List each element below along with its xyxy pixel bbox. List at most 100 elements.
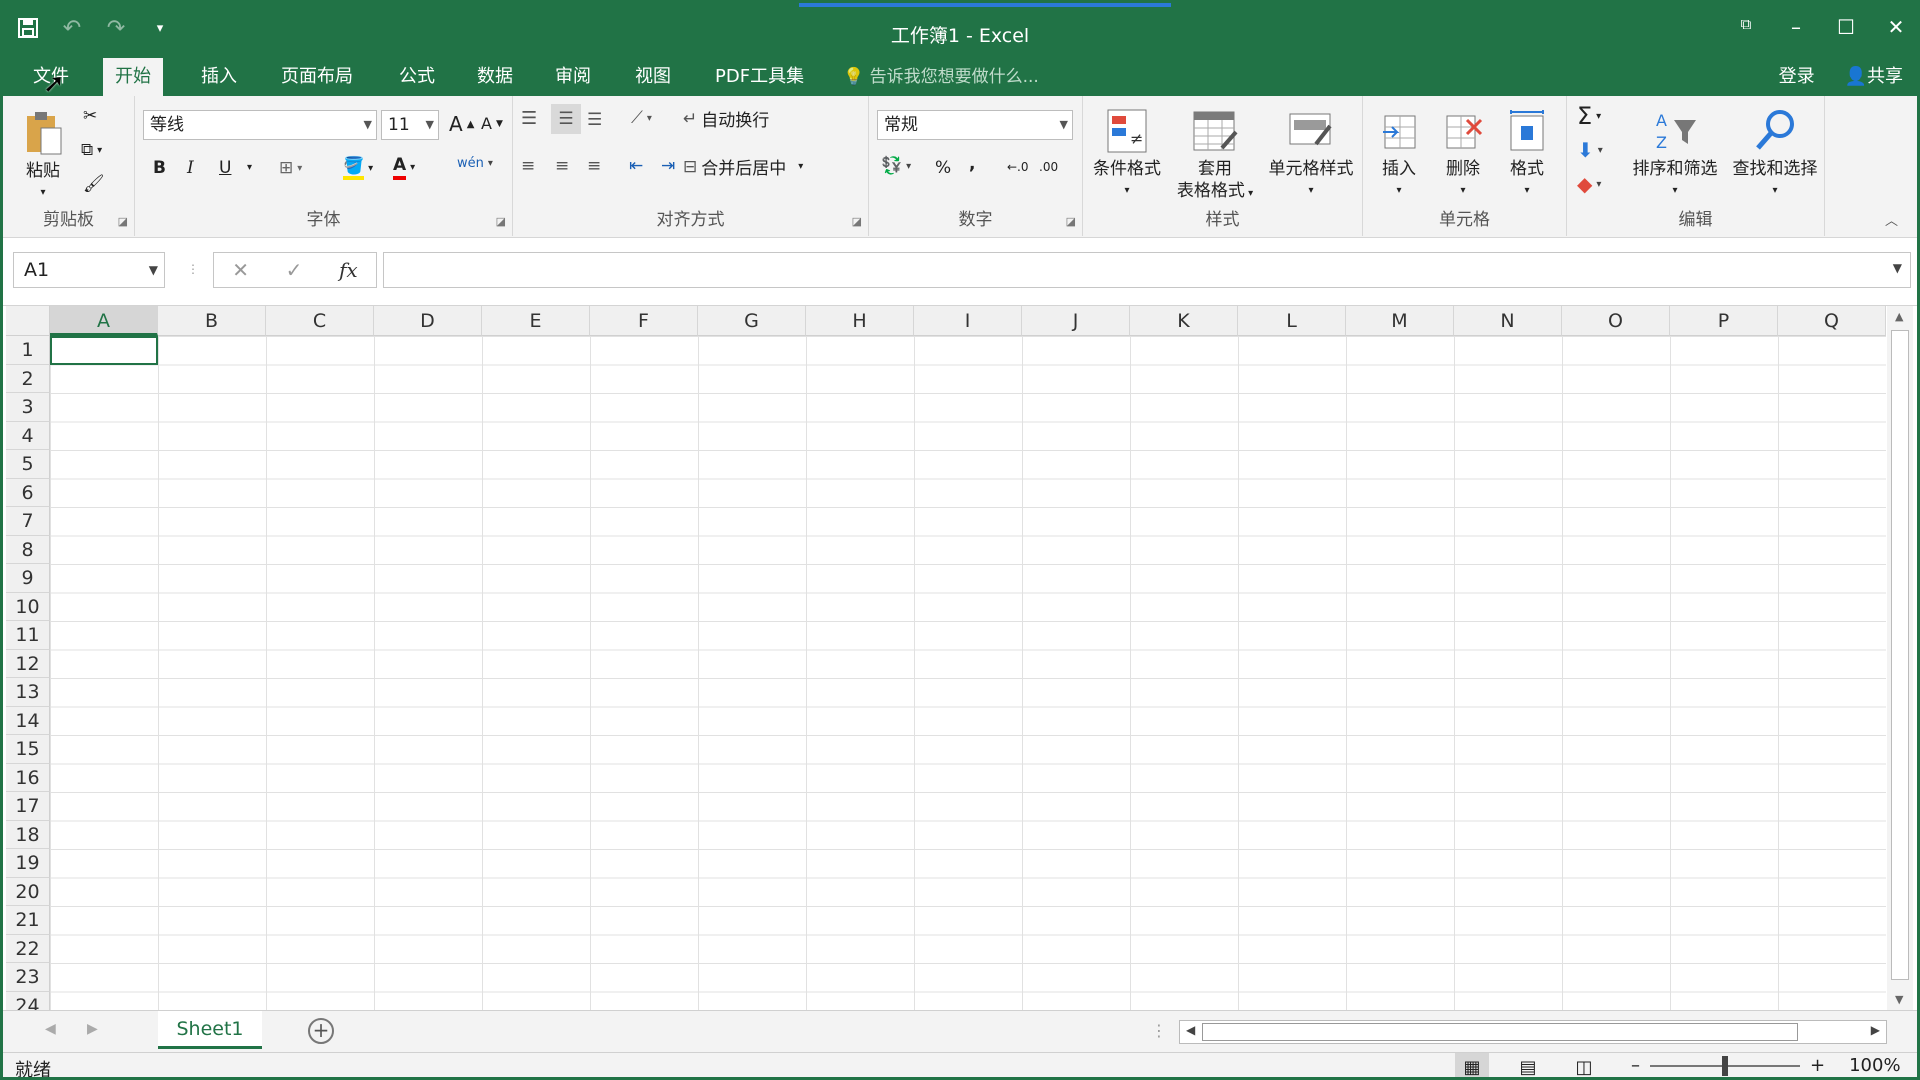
row-header[interactable]: 6	[6, 478, 50, 507]
normal-view-icon[interactable]: ▦	[1455, 1053, 1489, 1077]
paste-button[interactable]: 粘贴 ▾	[13, 104, 73, 204]
column-header[interactable]: N	[1454, 306, 1562, 336]
row-header[interactable]: 19	[6, 849, 50, 878]
row-header[interactable]: 12	[6, 649, 50, 678]
copy-icon[interactable]: ⧉ ▾	[81, 140, 102, 160]
confirm-icon[interactable]: ✓	[286, 258, 303, 282]
cancel-icon[interactable]: ✕	[232, 258, 249, 282]
align-right-icon[interactable]: ≡	[587, 156, 601, 176]
sheet-prev-icon[interactable]: ◀	[45, 1021, 56, 1037]
row-header[interactable]: 23	[6, 963, 50, 992]
insert-function-icon[interactable]: fx	[339, 258, 358, 282]
decrease-decimal-icon[interactable]: .00	[1039, 160, 1058, 174]
row-header[interactable]: 14	[6, 706, 50, 735]
underline-button[interactable]: U	[219, 158, 231, 178]
insert-cells-button[interactable]: 插入 ▾	[1367, 102, 1431, 202]
font-name-combo[interactable]: 等线 ▼	[143, 110, 377, 140]
alignment-launcher-icon[interactable]: ◪	[852, 215, 862, 228]
scroll-down-icon[interactable]: ▼	[1895, 993, 1903, 1006]
tab-pdf-tools[interactable]: PDF工具集	[703, 58, 816, 96]
tab-insert[interactable]: 插入	[189, 58, 249, 96]
tab-home[interactable]: 开始	[103, 58, 163, 96]
comma-button[interactable]: ,	[969, 154, 975, 174]
decrease-indent-icon[interactable]: ⇤	[629, 156, 643, 176]
sheet-next-icon[interactable]: ▶	[87, 1021, 98, 1037]
zoom-out-icon[interactable]: –	[1631, 1055, 1640, 1076]
row-header[interactable]: 20	[6, 877, 50, 906]
scroll-up-icon[interactable]: ▲	[1895, 310, 1903, 323]
horizontal-scrollbar[interactable]: ◀ ▶	[1179, 1020, 1887, 1044]
login-link[interactable]: 登录	[1779, 58, 1815, 96]
align-left-icon[interactable]: ≡	[521, 156, 535, 176]
zoom-in-icon[interactable]: +	[1810, 1055, 1825, 1076]
column-header[interactable]: Q	[1778, 306, 1886, 336]
row-header[interactable]: 1	[6, 336, 50, 365]
page-break-view-icon[interactable]: ◫	[1567, 1053, 1601, 1078]
row-header[interactable]: 8	[6, 535, 50, 564]
phonetic-guide-icon[interactable]: wén ▾	[457, 156, 493, 171]
row-header[interactable]: 15	[6, 735, 50, 764]
increase-decimal-icon[interactable]: ←.0	[1007, 160, 1029, 174]
font-launcher-icon[interactable]: ◪	[496, 215, 506, 228]
column-header[interactable]: M	[1346, 306, 1454, 336]
align-middle-icon[interactable]: ☰	[551, 104, 581, 134]
horizontal-scroll-thumb[interactable]	[1202, 1023, 1798, 1041]
tab-view[interactable]: 视图	[623, 58, 683, 96]
vertical-scroll-thumb[interactable]	[1891, 330, 1909, 980]
fill-color-icon[interactable]: 🪣 ▾	[343, 156, 373, 180]
italic-button[interactable]: I	[187, 158, 194, 178]
format-as-table-button[interactable]: 套用 表格格式 ▾	[1169, 102, 1261, 205]
column-header[interactable]: F	[590, 306, 698, 336]
align-center-icon[interactable]: ≡	[555, 156, 569, 176]
row-header[interactable]: 7	[6, 507, 50, 536]
zoom-slider[interactable]	[1650, 1055, 1800, 1076]
worksheet-grid[interactable]: ABCDEFGHIJKLMNOPQ 1 2 3 4 5 6 7 8 9 10 11 12 13 14 15 1…	[6, 306, 1886, 1010]
tab-page-layout[interactable]: 页面布局	[269, 58, 365, 96]
row-header[interactable]: 13	[6, 678, 50, 707]
vertical-scrollbar[interactable]: ▲ ▼	[1887, 306, 1913, 1010]
close-icon[interactable]: ✕	[1885, 15, 1907, 39]
wrap-text-button[interactable]: ↵ 自动换行	[683, 106, 769, 132]
column-header[interactable]: C	[266, 306, 374, 336]
row-header[interactable]: 16	[6, 763, 50, 792]
column-header[interactable]: I	[914, 306, 1022, 336]
page-layout-view-icon[interactable]: ▤	[1511, 1053, 1545, 1078]
sort-filter-button[interactable]: AZ 排序和筛选 ▾	[1625, 102, 1725, 202]
increase-indent-icon[interactable]: ⇥	[661, 156, 675, 176]
row-header[interactable]: 9	[6, 564, 50, 593]
clear-icon[interactable]: ◆ ▾	[1577, 172, 1601, 196]
add-sheet-icon[interactable]: +	[308, 1018, 334, 1044]
column-header[interactable]: J	[1022, 306, 1130, 336]
grip-icon[interactable]: ⋮	[187, 262, 199, 276]
column-header[interactable]: H	[806, 306, 914, 336]
formula-input[interactable]: ▼	[383, 252, 1911, 288]
collapse-ribbon-icon[interactable]: ︿	[1885, 210, 1898, 229]
row-header[interactable]: 24	[6, 991, 50, 1010]
accounting-format-icon[interactable]: 💱 ▾	[881, 156, 911, 176]
grow-font-button[interactable]: A ▲	[449, 112, 474, 136]
select-all-corner[interactable]	[6, 306, 50, 336]
column-header[interactable]: L	[1238, 306, 1346, 336]
active-cell[interactable]	[50, 336, 158, 365]
column-header[interactable]: B	[158, 306, 266, 336]
row-header[interactable]: 4	[6, 421, 50, 450]
cut-icon[interactable]: ✂	[83, 106, 97, 126]
column-header[interactable]: D	[374, 306, 482, 336]
sheet-tab-sheet1[interactable]: Sheet1	[158, 1011, 262, 1049]
tab-formulas[interactable]: 公式	[387, 58, 447, 96]
row-header[interactable]: 10	[6, 592, 50, 621]
column-header[interactable]: P	[1670, 306, 1778, 336]
maximize-icon[interactable]: ☐	[1835, 15, 1857, 39]
row-header[interactable]: 18	[6, 820, 50, 849]
font-color-button[interactable]: A ▾	[393, 154, 415, 180]
shrink-font-button[interactable]: A ▼	[481, 114, 503, 133]
autosum-icon[interactable]: Σ ▾	[1577, 102, 1601, 130]
scroll-right-icon[interactable]: ▶	[1871, 1023, 1880, 1037]
merge-center-button[interactable]: ⊟ 合并后居中 ▾	[683, 154, 803, 180]
column-header[interactable]: K	[1130, 306, 1238, 336]
paste-dropdown-icon[interactable]: ▾	[13, 182, 73, 204]
share-button[interactable]: 👤共享	[1845, 58, 1903, 96]
row-header[interactable]: 11	[6, 621, 50, 650]
row-header[interactable]: 21	[6, 906, 50, 935]
column-header[interactable]: G	[698, 306, 806, 336]
